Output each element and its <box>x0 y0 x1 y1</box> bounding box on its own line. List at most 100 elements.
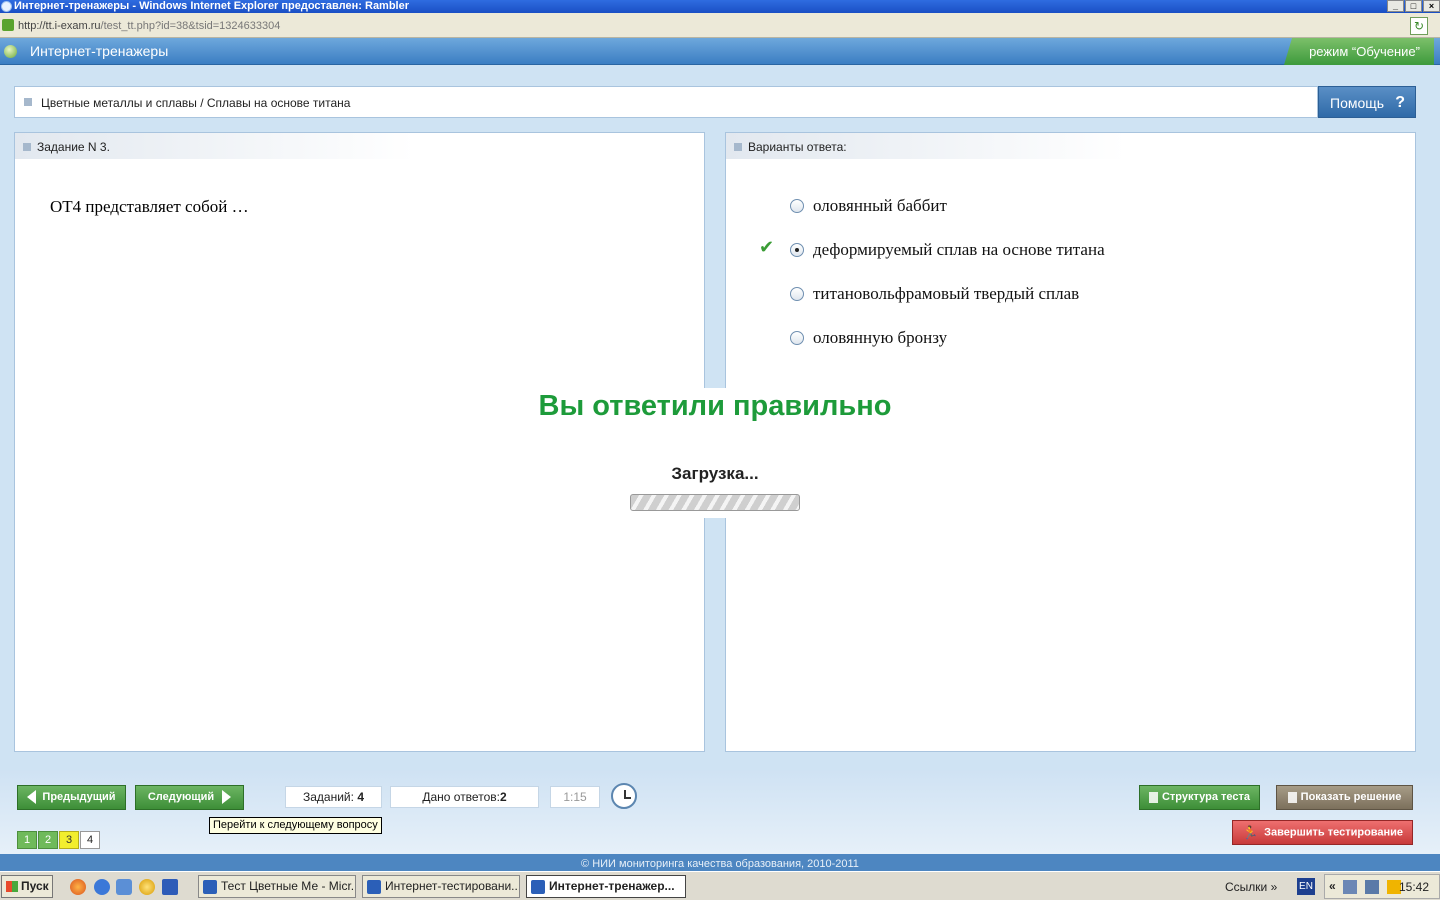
links-toolbar[interactable]: Ссылки » <box>1225 880 1277 894</box>
network-icon[interactable] <box>1343 880 1357 894</box>
answers-panel-header: Варианты ответа: <box>726 133 1126 159</box>
windows-flag-icon <box>6 881 18 892</box>
question-mark-icon: ? <box>1395 94 1405 111</box>
question-text: ОТ4 представляет собой … <box>50 197 249 216</box>
arrow-right-icon <box>222 790 232 805</box>
timer: 1:15 <box>550 786 600 808</box>
page-link-3[interactable]: 3 <box>59 831 79 849</box>
answer-text: деформируемый сплав на основе титана <box>813 240 1105 259</box>
window-titlebar: Интернет-тренажеры - Windows Internet Ex… <box>0 0 1440 13</box>
address-host: http://tt.i-exam.ru <box>18 20 101 32</box>
page-link-2[interactable]: 2 <box>38 831 58 849</box>
taskbar-task-ie-trainer[interactable]: Интернет-тренажер... <box>526 875 686 898</box>
page-link-1[interactable]: 1 <box>17 831 37 849</box>
page-link-4[interactable]: 4 <box>80 831 100 849</box>
bullet-square-icon <box>23 143 31 151</box>
answer-option-2[interactable]: ✔ деформируемый сплав на основе титана <box>759 237 1348 263</box>
radio-button[interactable] <box>790 199 804 213</box>
system-tray: « 15:42 <box>1324 874 1440 899</box>
bottom-controls <box>0 770 1440 854</box>
tasks-count: Заданий: 4 <box>285 786 382 808</box>
tooltip: Перейти к следующему вопросу <box>209 817 382 834</box>
help-button[interactable]: Помощь ? <box>1318 86 1416 118</box>
tasks-label: Заданий: <box>303 790 354 804</box>
app-title: Интернет-тренажеры <box>30 43 169 59</box>
prev-button[interactable]: Предыдущий <box>17 785 126 810</box>
next-label: Следующий <box>147 791 215 803</box>
firefox-icon[interactable] <box>70 879 86 895</box>
start-button[interactable]: Пуск <box>1 875 53 898</box>
window-controls: _ □ × <box>1386 0 1440 13</box>
arrow-left-icon <box>27 790 37 805</box>
answer-text: оловянную бронзу <box>813 328 948 347</box>
word-doc-icon <box>203 880 217 894</box>
taskbar-task-word[interactable]: Тест Цветные Ме - Micr... <box>198 875 356 898</box>
answers-header: Варианты ответа: <box>748 140 847 154</box>
app-header: Интернет-тренажеры режим “Обучение” <box>0 38 1440 65</box>
media-player-icon[interactable] <box>139 879 155 895</box>
clock-icon <box>611 783 637 809</box>
next-button[interactable]: Следующий <box>135 785 244 810</box>
site-icon <box>2 19 14 31</box>
taskbar-task-ie-testing[interactable]: Интернет-тестировани... <box>362 875 520 898</box>
question-panel-header: Задание N 3. <box>15 133 415 159</box>
network-icon-2[interactable] <box>1365 880 1379 894</box>
outlook-icon[interactable] <box>116 879 132 895</box>
result-message: Вы ответили правильно <box>538 390 892 422</box>
answer-text: титановольфрамовый твердый сплав <box>813 284 1080 303</box>
ie-icon <box>1 1 12 12</box>
prev-label: Предыдущий <box>42 791 116 803</box>
minimize-button[interactable]: _ <box>1387 0 1404 12</box>
window-title: Интернет-тренажеры - Windows Internet Ex… <box>14 0 410 12</box>
finish-label: Завершить тестирование <box>1264 826 1404 839</box>
answered-count: Дано ответов:2 <box>390 786 539 808</box>
task-label: Интернет-тестировани... <box>385 879 520 893</box>
breadcrumb-text: Цветные металлы и сплавы / Сплавы на осн… <box>41 96 351 110</box>
answered-value: 2 <box>499 790 507 804</box>
finish-test-button[interactable]: 🏃 Завершить тестирование <box>1232 820 1413 845</box>
maximize-button[interactable]: □ <box>1405 0 1422 12</box>
loading-progress-bar <box>630 494 800 511</box>
answered-label: Дано ответов: <box>422 790 500 804</box>
clock-time: 15:42 <box>1398 880 1429 894</box>
address-bar: http://tt.i-exam.ru/test_tt.php?id=38&ts… <box>0 13 1440 38</box>
task-label: Тест Цветные Ме - Micr... <box>221 879 356 893</box>
document-icon <box>1148 791 1158 803</box>
answer-option-3[interactable]: титановольфрамовый твердый сплав <box>788 283 1348 307</box>
radio-button-selected[interactable] <box>790 243 804 257</box>
task-number: Задание N 3. <box>37 140 110 154</box>
structure-label: Структура теста <box>1161 791 1251 803</box>
bullet-square-icon <box>734 143 742 151</box>
address-url[interactable]: http://tt.i-exam.ru/test_tt.php?id=38&ts… <box>18 20 280 32</box>
word-icon[interactable] <box>162 879 178 895</box>
mode-badge: режим “Обучение” <box>1284 38 1434 65</box>
correct-check-icon: ✔ <box>759 237 775 257</box>
ie-icon <box>531 880 545 894</box>
show-solution-button[interactable]: Показать решение <box>1276 785 1413 810</box>
start-label: Пуск <box>21 879 49 893</box>
chevron-right-icon: » <box>1270 880 1278 894</box>
page-navigator: 1 2 3 4 <box>17 831 101 849</box>
radio-button[interactable] <box>790 331 804 345</box>
radio-button[interactable] <box>790 287 804 301</box>
breadcrumb: Цветные металлы и сплавы / Сплавы на осн… <box>14 86 1318 118</box>
test-structure-button[interactable]: Структура теста <box>1139 785 1260 810</box>
answer-option-4[interactable]: оловянную бронзу <box>788 327 1348 351</box>
refresh-icon[interactable]: ↻ <box>1410 17 1428 35</box>
tray-expand-icon[interactable]: « <box>1329 879 1336 893</box>
bullet-square-icon <box>24 98 32 106</box>
links-label: Ссылки <box>1225 880 1268 894</box>
ie-icon[interactable] <box>94 879 110 895</box>
tasks-value: 4 <box>357 790 364 804</box>
close-button[interactable]: × <box>1423 0 1440 12</box>
address-path: /test_tt.php?id=38&tsid=1324633304 <box>100 20 281 32</box>
taskbar: Пуск Тест Цветные Ме - Micr... Интернет-… <box>0 871 1440 900</box>
task-label: Интернет-тренажер... <box>549 879 675 893</box>
answer-text: оловянный баббит <box>813 196 947 215</box>
answer-option-1[interactable]: оловянный баббит <box>788 195 1348 219</box>
book-icon <box>1287 791 1297 803</box>
running-man-icon: 🏃 <box>1241 825 1259 840</box>
help-label: Помощь <box>1330 95 1385 111</box>
result-overlay: Вы ответили правильно Загрузка... <box>520 388 910 518</box>
language-indicator[interactable]: EN <box>1297 878 1315 895</box>
